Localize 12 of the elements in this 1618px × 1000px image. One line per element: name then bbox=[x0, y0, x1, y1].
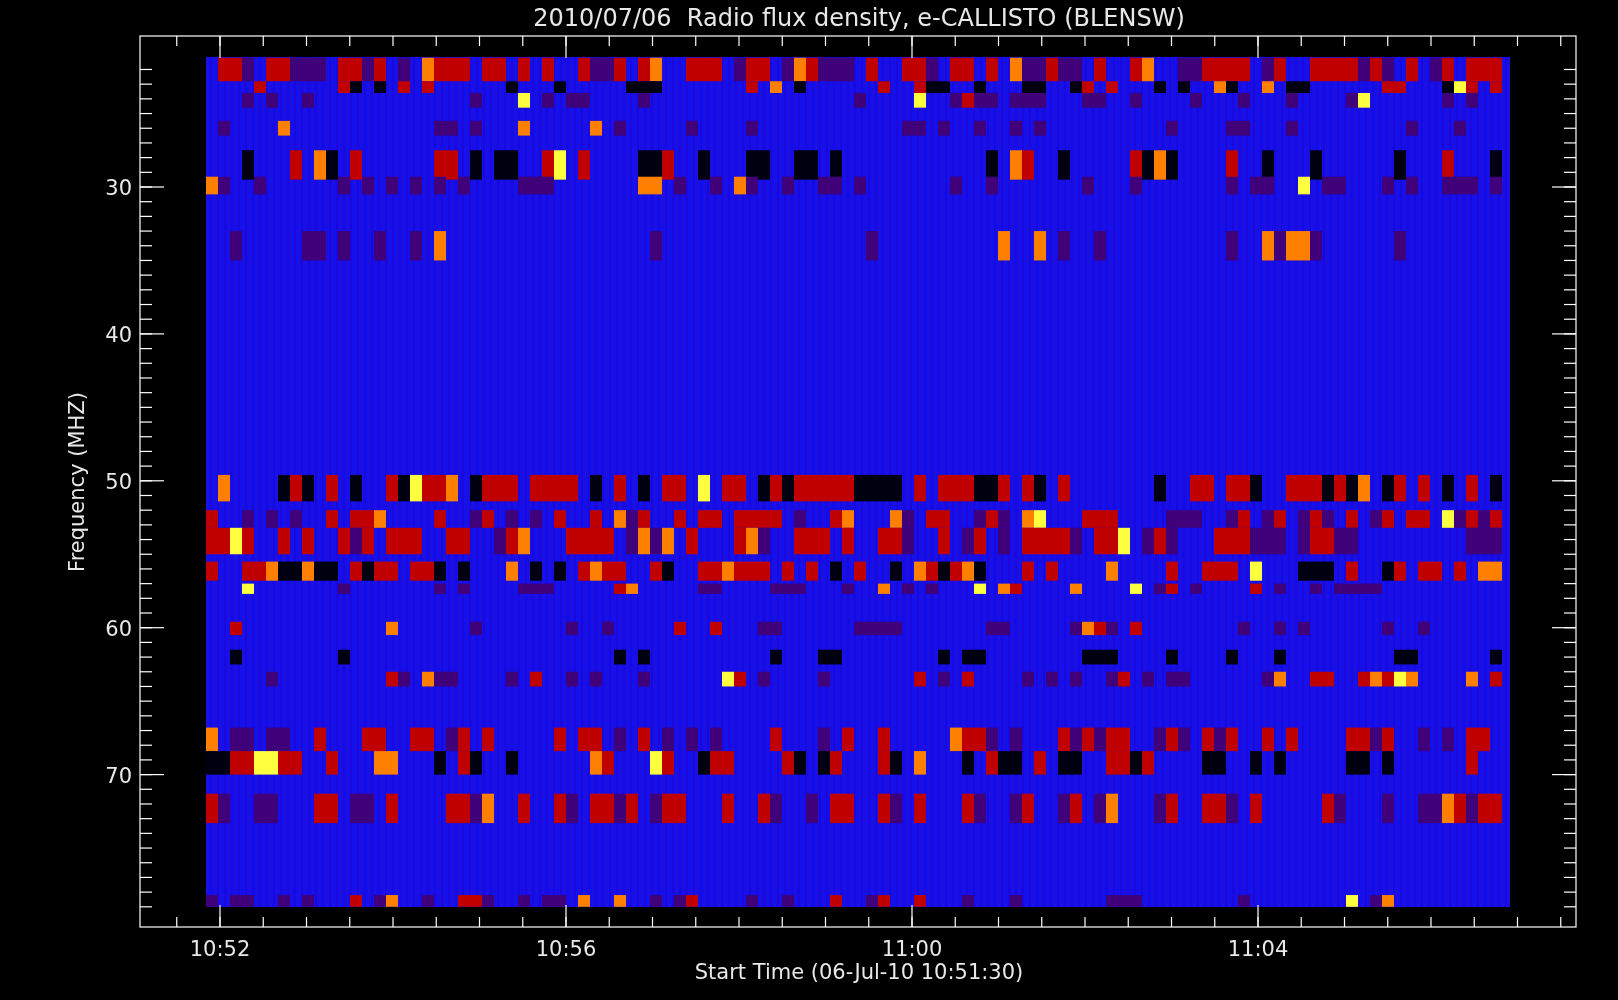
tick-label: 60 bbox=[105, 616, 132, 641]
axis-title: Start Time (06-Jul-10 10:51:30) bbox=[694, 960, 1024, 984]
axis-title: Frequency (MHZ) bbox=[65, 392, 89, 572]
chart-title: 2010/07/06 Radio flux density, e-CALLISTO (BLENSW) bbox=[533, 4, 1185, 32]
tick-label: 11:04 bbox=[1227, 937, 1289, 961]
tick-label: 30 bbox=[105, 176, 132, 200]
tick-label: 70 bbox=[105, 763, 132, 788]
tick-label: 40 bbox=[105, 322, 132, 347]
tick-label: 11:00 bbox=[881, 937, 943, 961]
tick-label: 50 bbox=[105, 469, 132, 494]
tick-label: 10:56 bbox=[535, 937, 597, 961]
tick-label: 10:52 bbox=[189, 937, 251, 961]
